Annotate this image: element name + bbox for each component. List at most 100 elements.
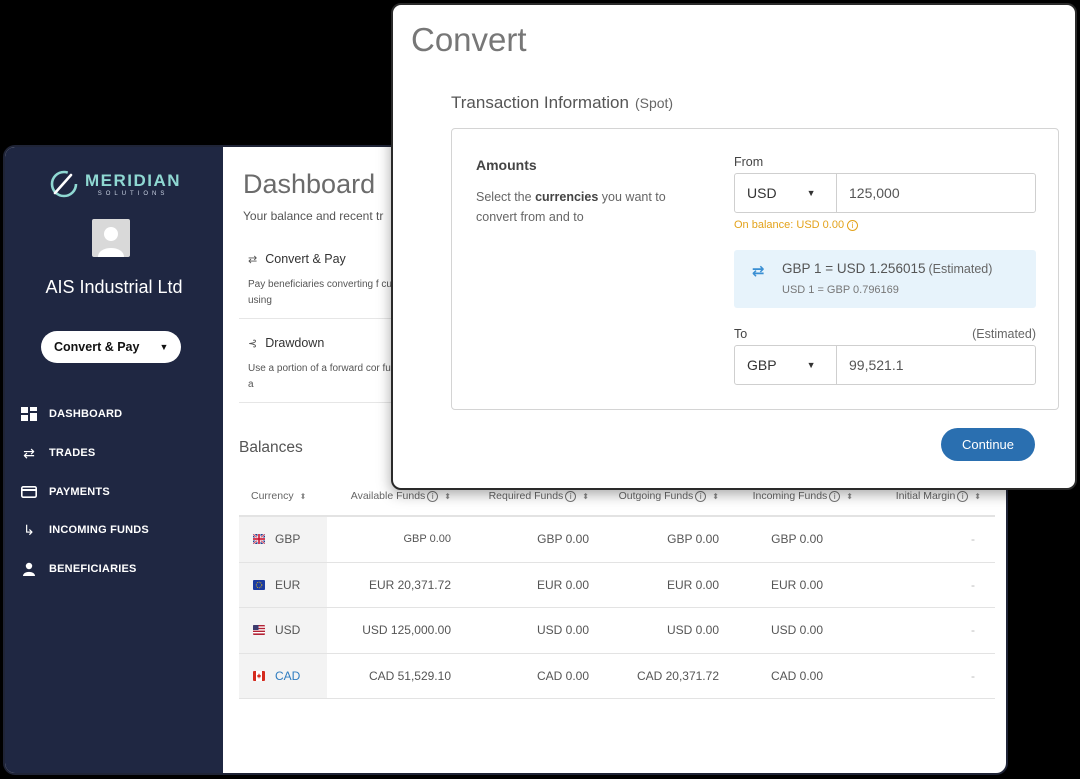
brand-logo: MERIDIAN SOLUTIONS [49, 169, 181, 199]
continue-button[interactable]: Continue [941, 428, 1035, 461]
company-name: AIS Industrial Ltd [45, 277, 183, 297]
card-title: Convert & Pay [265, 252, 346, 266]
canada-flag-icon [253, 670, 265, 681]
caret-down-icon[interactable]: ▼ [159, 342, 168, 352]
from-amount-input[interactable]: 125,000 [837, 174, 1035, 212]
column-header-available[interactable]: Available Funds i ⬍ [327, 490, 451, 502]
table-row[interactable]: CAD CAD 51,529.10 CAD 0.00 CAD 20,371.72… [239, 653, 995, 699]
from-currency-value: USD [747, 185, 777, 201]
incoming-funds: GBP 0.00 [771, 532, 823, 547]
eu-flag-icon [253, 579, 265, 590]
avatar[interactable] [92, 219, 130, 257]
sidebar-item-label: TRADES [49, 447, 96, 460]
column-header-required[interactable]: Required Funds i ⬍ [451, 490, 589, 502]
convert-pay-label: Convert & Pay [54, 340, 140, 354]
drawdown-split-icon: ⊰ [248, 337, 258, 350]
column-header-outgoing[interactable]: Outgoing Funds i ⬍ [589, 490, 719, 502]
outgoing-funds: USD 0.00 [666, 623, 719, 638]
sort-icon[interactable]: ⬍ [846, 492, 853, 501]
sidebar-item-label: DASHBOARD [49, 408, 123, 421]
convert-dialog: Convert Transaction Information (Spot) Am… [391, 3, 1077, 490]
column-header-margin[interactable]: Initial Margin i ⬍ [853, 490, 981, 502]
info-icon[interactable]: i [565, 490, 577, 502]
sidebar-item-dashboard[interactable]: DASHBOARD [5, 395, 223, 434]
caret-down-icon: ▼ [806, 360, 816, 370]
page-title: Dashboard [243, 169, 376, 199]
required-funds: GBP 0.00 [537, 532, 589, 547]
outgoing-funds: GBP 0.00 [667, 532, 719, 547]
initial-margin: - [971, 668, 975, 683]
credit-card-icon [19, 484, 39, 500]
amounts-heading: Amounts [476, 157, 537, 173]
currency-code: EUR [275, 577, 301, 592]
dashboard-grid-icon [19, 406, 39, 422]
meridian-logo-icon [50, 170, 78, 198]
page-subtitle: Your balance and recent tr [243, 209, 384, 223]
drawdown-card[interactable]: ⊰ Drawdown Use a portion of a forward co… [239, 327, 409, 403]
brand-subtitle: SOLUTIONS [97, 190, 169, 197]
sidebar-item-beneficiaries[interactable]: BENEFICIARIES [5, 550, 223, 589]
balances-heading: Balances [239, 439, 303, 456]
brand-name: MERIDIAN [85, 170, 182, 190]
swap-arrows-icon[interactable]: ⇄ [752, 262, 765, 280]
incoming-funds: CAD 0.00 [770, 668, 823, 683]
info-icon[interactable]: i [427, 490, 439, 502]
to-currency-select[interactable]: GBP ▼ [735, 346, 837, 384]
card-description: Use a portion of a forward cor funds to … [248, 363, 409, 390]
outgoing-funds: EUR 0.00 [666, 577, 719, 592]
sidebar: MERIDIAN SOLUTIONS AIS Industrial Ltd Co… [5, 147, 223, 773]
to-currency-value: GBP [747, 357, 777, 373]
initial-margin: - [971, 532, 975, 547]
sidebar-item-incoming-funds[interactable]: ↳ INCOMING FUNDS [5, 511, 223, 550]
sidebar-item-payments[interactable]: PAYMENTS [5, 472, 223, 511]
rate-primary: GBP 1 = USD 1.256015 (Estimated) [782, 261, 993, 276]
initial-margin: - [971, 623, 975, 638]
sort-icon[interactable]: ⬍ [712, 492, 719, 501]
amounts-description: Select the currencies you want to conver… [476, 190, 666, 224]
to-label: To [734, 327, 748, 341]
currency-code[interactable]: CAD [275, 669, 300, 683]
to-amount-input[interactable]: 99,521.1 [837, 346, 1035, 384]
info-icon[interactable]: i [829, 490, 841, 502]
table-row[interactable]: USD USD 125,000.00 USD 0.00 USD 0.00 USD… [239, 608, 995, 654]
initial-margin: - [971, 577, 975, 592]
balance-note: On balance: USD 0.00 i [734, 219, 859, 231]
column-header-incoming[interactable]: Incoming Funds i ⬍ [719, 490, 853, 502]
required-funds: USD 0.00 [536, 623, 589, 638]
exchange-rate-box: ⇄ GBP 1 = USD 1.256015 (Estimated) USD 1 … [734, 250, 1036, 308]
info-icon[interactable]: i [847, 220, 859, 231]
caret-down-icon: ▼ [806, 188, 816, 198]
transaction-info-heading: Transaction Information [451, 93, 629, 112]
convert-pay-card[interactable]: ⇄ Convert & Pay Pay beneficiaries conver… [239, 243, 409, 319]
currency-code: USD [275, 623, 301, 638]
user-avatar-icon [98, 227, 124, 257]
available-funds: GBP 0.00 [403, 533, 452, 546]
sidebar-item-label: BENEFICIARIES [49, 563, 137, 576]
info-icon[interactable]: i [695, 490, 707, 502]
us-flag-icon [253, 625, 265, 636]
table-row[interactable]: EUR EUR 20,371.72 EUR 0.00 EUR 0.00 EUR … [239, 562, 995, 608]
sort-icon[interactable]: ⬍ [300, 492, 307, 501]
rate-inverse: USD 1 = GBP 0.796169 [782, 284, 899, 296]
column-header-currency[interactable]: Currency ⬍ [239, 490, 327, 502]
balances-table: Currency ⬍ Available Funds i ⬍ Required Fun… [239, 477, 995, 699]
sort-icon[interactable]: ⬍ [582, 492, 589, 501]
info-icon[interactable]: i [957, 490, 969, 502]
card-description: Pay beneficiaries converting f currencie… [248, 279, 409, 306]
person-icon [19, 561, 39, 577]
sidebar-item-trades[interactable]: ⇄ TRADES [5, 434, 223, 473]
from-currency-select[interactable]: USD ▼ [735, 174, 837, 212]
amounts-panel: Amounts Select the currencies you want t… [451, 128, 1059, 410]
from-label: From [734, 155, 764, 169]
sidebar-item-label: INCOMING FUNDS [49, 524, 149, 537]
spot-tag: (Spot) [634, 95, 674, 111]
dialog-title: Convert [411, 21, 527, 58]
incoming-arrow-icon: ↳ [23, 521, 35, 538]
sort-icon[interactable]: ⬍ [974, 492, 981, 501]
to-estimated-label: (Estimated) [972, 327, 1036, 341]
sidebar-item-label: PAYMENTS [49, 485, 110, 498]
table-row[interactable]: GBP GBP 0.00 GBP 0.00 GBP 0.00 GBP 0.00 … [239, 517, 995, 563]
convert-pay-button[interactable]: Convert & Pay ▼ [41, 331, 181, 363]
sort-icon[interactable]: ⬍ [444, 492, 451, 501]
from-field: USD ▼ 125,000 [734, 173, 1036, 213]
